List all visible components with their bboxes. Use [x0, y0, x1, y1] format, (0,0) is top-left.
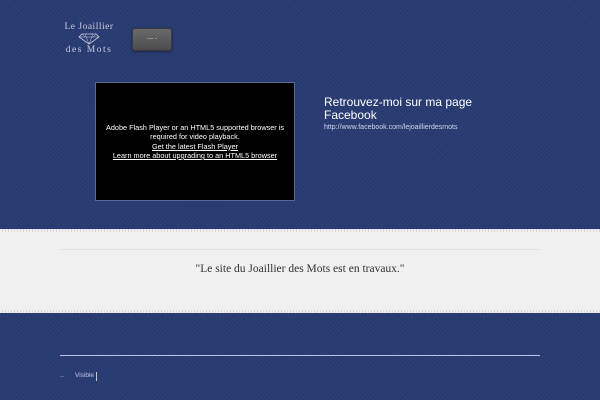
content-section: "Le site du Joaillier des Mots est en tr…: [0, 229, 600, 313]
text-cursor: [96, 372, 97, 381]
facebook-heading: Retrouvez-moi sur ma page Facebook: [324, 95, 473, 122]
logo-text-top: Le Joaillier: [64, 22, 114, 32]
video-player[interactable]: Adobe Flash Player or an HTML5 supported…: [95, 82, 295, 201]
menu-button[interactable]: --- -: [132, 28, 172, 51]
band-divider: [60, 249, 540, 250]
site-logo[interactable]: Le Joaillier des Mots: [58, 22, 120, 64]
video-error-message: Adobe Flash Player or an HTML5 supported…: [105, 122, 285, 142]
logo-text-bottom: des Mots: [65, 45, 113, 55]
get-flash-link[interactable]: Get the latest Flash Player: [152, 142, 238, 152]
band-edge-bottom: [0, 310, 600, 313]
footer-divider: [60, 355, 540, 356]
band-edge-top: [0, 229, 600, 232]
html5-info-link[interactable]: Learn more about upgrading to an HTML5 b…: [113, 151, 277, 161]
footer-dots: ..: [60, 372, 64, 379]
maintenance-quote: "Le site du Joaillier des Mots est en tr…: [195, 263, 405, 275]
facebook-link[interactable]: http://www.facebook.com/lejoaillierdesmo…: [324, 124, 457, 131]
diamond-icon: [78, 33, 100, 45]
footer-label: Visible: [75, 372, 95, 379]
